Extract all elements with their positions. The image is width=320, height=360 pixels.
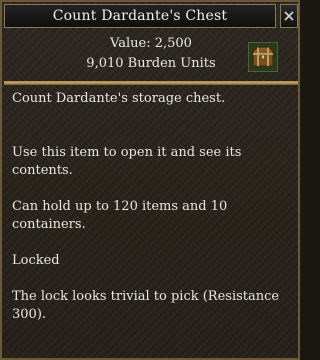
item-header: Value: 2,500 9,010 Burden Units [4,30,298,80]
close-button[interactable] [280,4,298,28]
chest-icon [248,42,278,72]
item-info-panel: Count Dardante's Chest Value: 2,500 9,01… [0,0,300,360]
description-name-line: Count Dardante's storage chest. [12,91,226,106]
window-title: Count Dardante's Chest [52,8,228,24]
description-lock-line: The lock looks trivial to pick (Resistan… [12,289,280,322]
title-bar[interactable]: Count Dardante's Chest [4,4,276,28]
description-capacity-line: Can hold up to 120 items and 10 containe… [12,199,228,232]
lock-status: Locked [12,253,60,268]
item-description: Count Dardante's storage chest. Use this… [12,90,290,324]
description-use-line: Use this item to open it and see its con… [12,145,242,178]
header-divider [4,81,298,85]
close-icon [284,11,294,21]
